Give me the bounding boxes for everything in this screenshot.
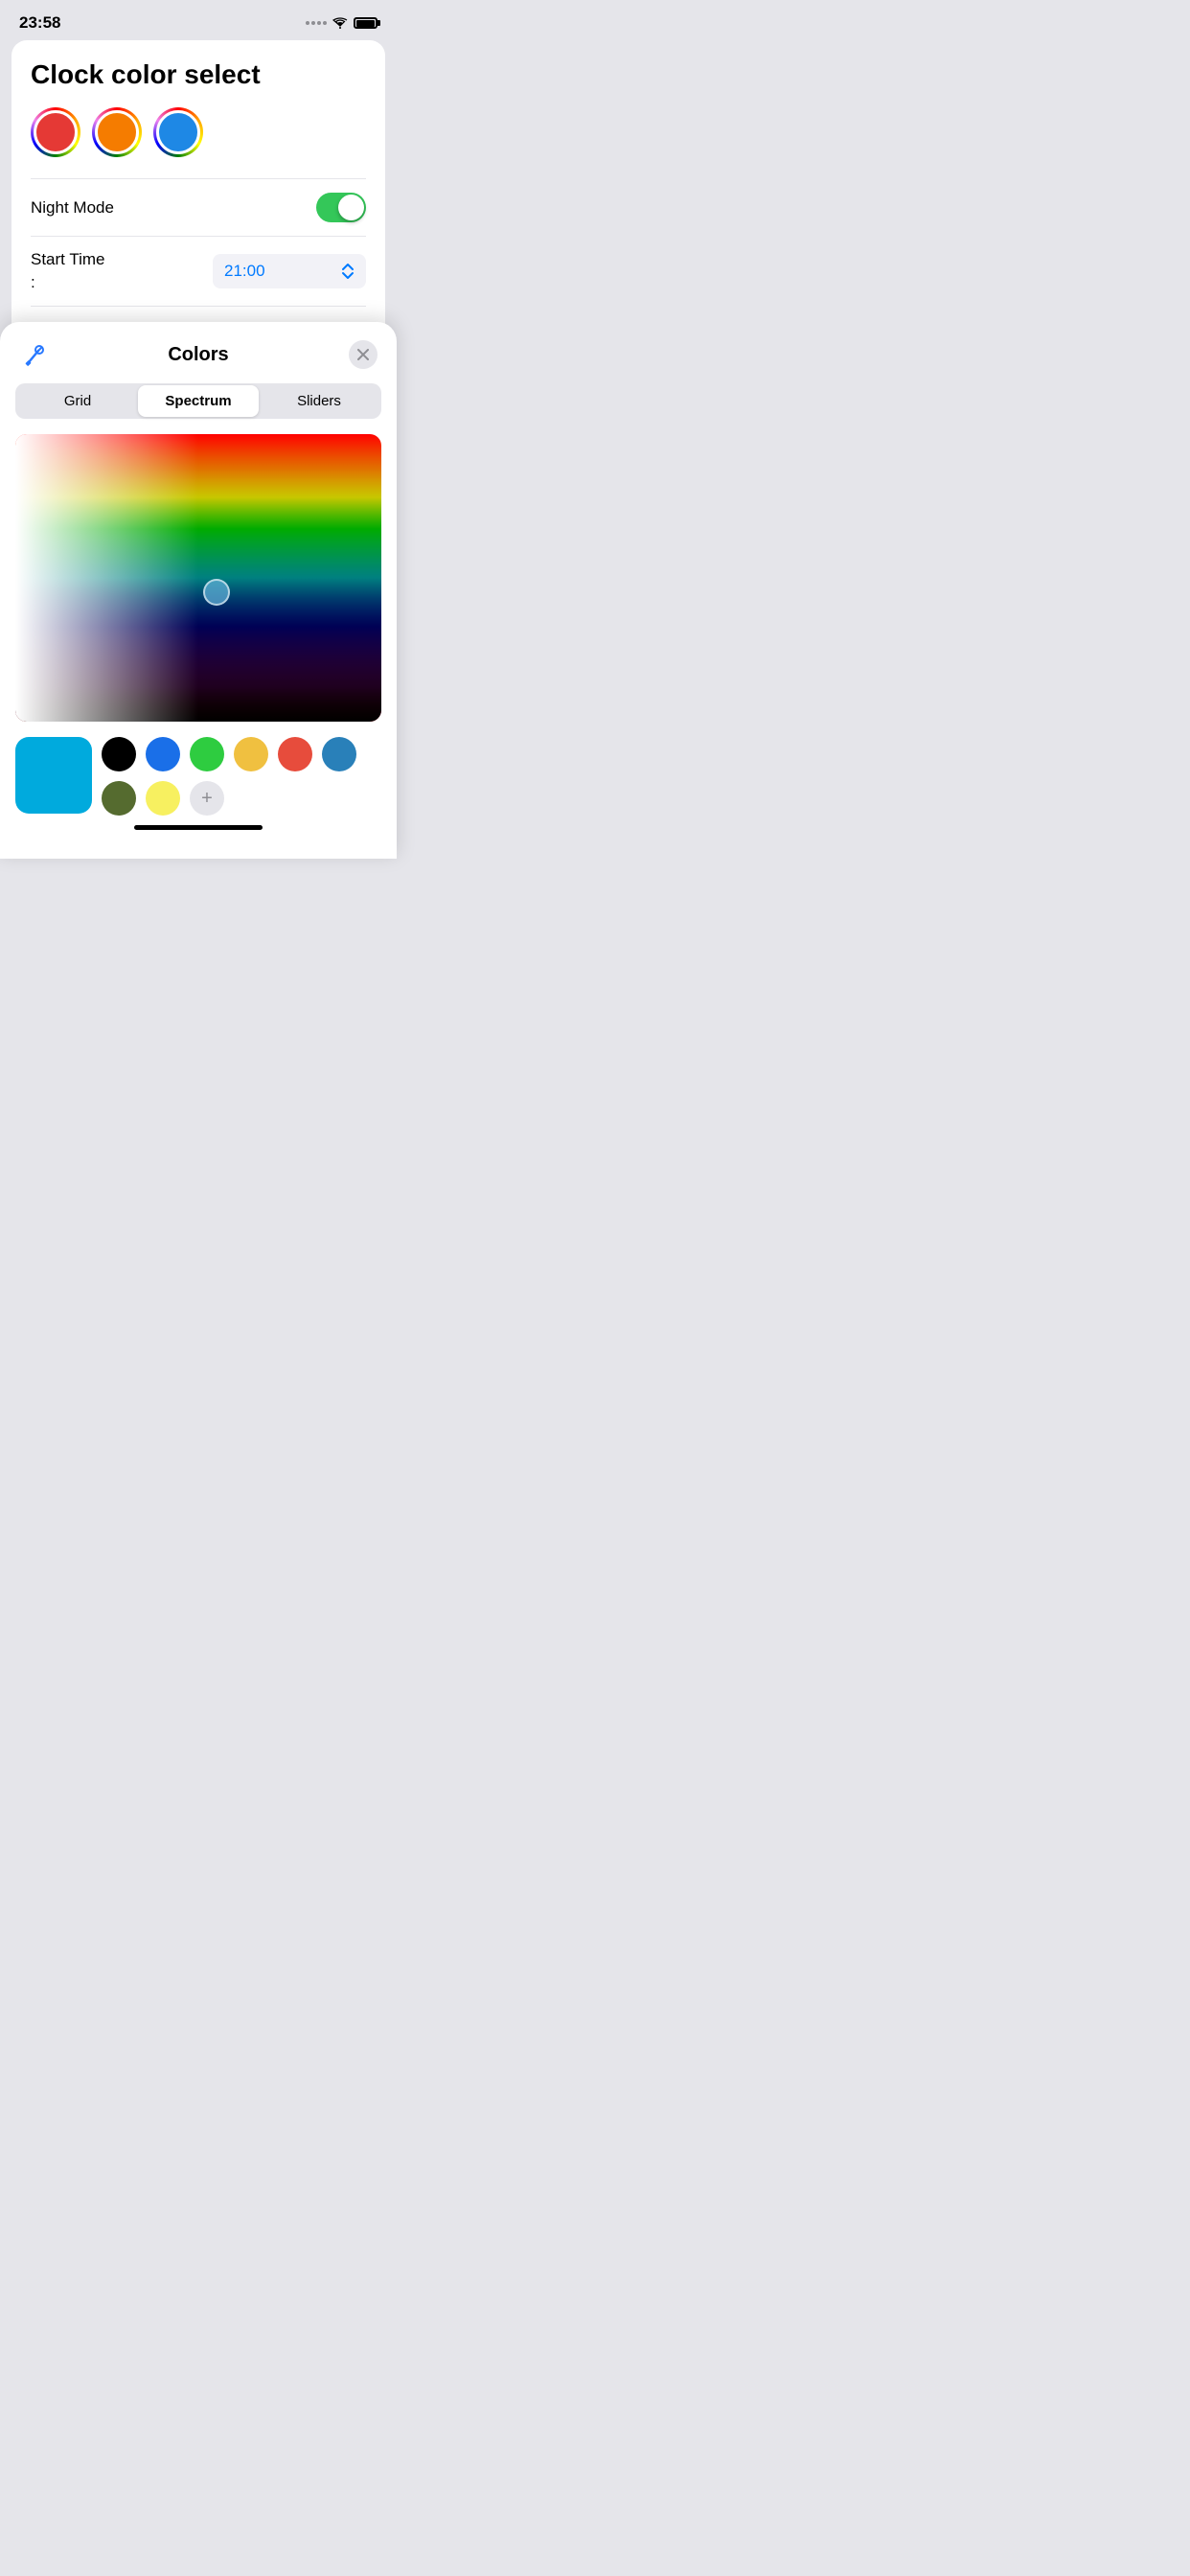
swatch-light-yellow[interactable] [146, 781, 180, 816]
swatch-steel-blue[interactable] [322, 737, 356, 771]
colors-sheet: Colors Grid Spectrum Sliders [0, 322, 397, 859]
tab-grid[interactable]: Grid [17, 385, 138, 417]
add-swatch-button[interactable]: + [190, 781, 224, 816]
sheet-header: Colors [0, 322, 397, 383]
status-bar: 23:58 [0, 0, 397, 40]
start-time-label: Start Time: [31, 248, 104, 294]
color-circles-row [31, 107, 366, 157]
swatch-gold[interactable] [234, 737, 268, 771]
tab-spectrum[interactable]: Spectrum [138, 385, 259, 417]
battery-icon [354, 17, 378, 29]
swatch-red[interactable] [278, 737, 312, 771]
signal-icon [306, 21, 327, 25]
start-time-picker[interactable]: 21:00 [213, 254, 366, 288]
start-time-chevron [341, 263, 355, 280]
eyedropper-button[interactable] [19, 339, 50, 370]
night-mode-label: Night Mode [31, 198, 114, 218]
spectrum-picker[interactable] [15, 434, 381, 722]
swatches-grid: + [102, 737, 381, 816]
status-time: 23:58 [19, 13, 60, 33]
home-indicator [134, 825, 263, 830]
spectrum-gradient [15, 434, 381, 722]
tab-control: Grid Spectrum Sliders [15, 383, 381, 419]
night-mode-row: Night Mode [31, 178, 366, 236]
swatches-area: + [0, 737, 397, 816]
swatch-dark-olive[interactable] [102, 781, 136, 816]
start-time-value: 21:00 [224, 262, 265, 281]
start-time-row: Start Time: 21:00 [31, 236, 366, 306]
sheet-title: Colors [168, 344, 228, 366]
page-title: Clock color select [31, 59, 366, 90]
close-button[interactable] [349, 340, 378, 369]
swatches-row-1 [102, 737, 381, 771]
color-circle-2[interactable] [153, 107, 203, 157]
color-circle-1[interactable] [92, 107, 142, 157]
color-circle-0[interactable] [31, 107, 80, 157]
swatch-blue[interactable] [146, 737, 180, 771]
wifi-icon [332, 17, 348, 29]
swatch-black[interactable] [102, 737, 136, 771]
tab-sliders[interactable]: Sliders [259, 385, 379, 417]
swatch-green[interactable] [190, 737, 224, 771]
current-color-preview [15, 737, 92, 814]
status-icons [306, 17, 378, 29]
toggle-knob [338, 195, 364, 220]
night-mode-toggle[interactable] [316, 193, 366, 222]
spectrum-cursor [203, 579, 230, 606]
swatches-row-2: + [102, 781, 381, 816]
